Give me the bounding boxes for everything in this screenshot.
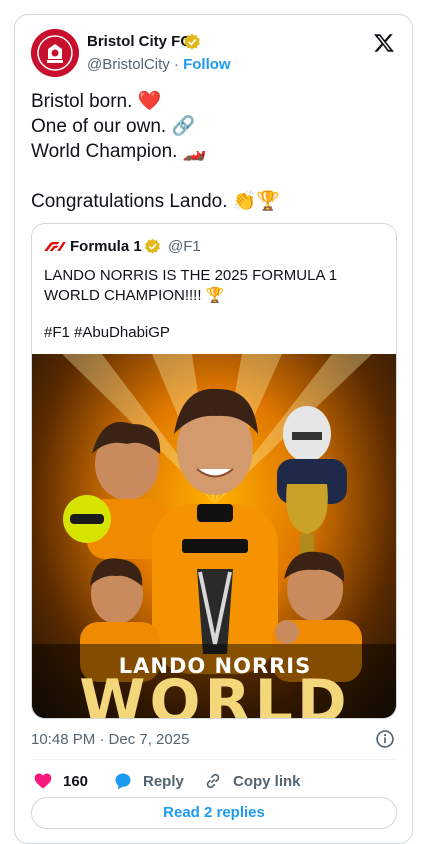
reply-button[interactable]: Reply bbox=[113, 769, 184, 793]
author-handle[interactable]: @BristolCity bbox=[87, 56, 170, 73]
quoted-author-handle[interactable]: @F1 bbox=[168, 238, 201, 255]
quoted-post-text: LANDO NORRIS IS THE 2025 FORMULA 1 WORLD… bbox=[44, 267, 338, 304]
heart-icon bbox=[34, 773, 52, 789]
like-button[interactable]: 160 bbox=[33, 769, 88, 793]
verified-gold-badge-icon bbox=[184, 33, 200, 50]
champion-image[interactable]: LANDO NORRIS WORLD bbox=[32, 354, 396, 719]
post-line: World Champion. 🏎️ bbox=[31, 141, 207, 162]
separator-dot: · bbox=[173, 56, 179, 73]
speech-bubble-icon bbox=[115, 773, 131, 790]
author-handle-row: @BristolCity · Follow bbox=[87, 56, 231, 73]
read-replies-button[interactable]: Read 2 replies bbox=[31, 797, 397, 829]
post-card: Bristol City FC @BristolCity · Follow Br… bbox=[14, 14, 413, 844]
divider bbox=[31, 759, 397, 760]
follow-button[interactable]: Follow bbox=[183, 56, 231, 73]
post-body: Bristol born. ❤️ One of our own. 🔗 World… bbox=[31, 89, 401, 214]
post-line: Congratulations Lando. 👏🏆 bbox=[31, 191, 281, 212]
x-logo-icon[interactable] bbox=[373, 32, 395, 54]
post-line: One of our own. 🔗 bbox=[31, 116, 196, 137]
link-icon bbox=[206, 773, 220, 789]
bristol-city-crest bbox=[31, 29, 79, 77]
author-name[interactable]: Bristol City FC bbox=[87, 33, 191, 50]
f1-logo-icon bbox=[44, 242, 66, 251]
quoted-author-name[interactable]: Formula 1 bbox=[70, 238, 142, 255]
info-icon[interactable] bbox=[375, 729, 395, 749]
copy-link-button[interactable]: Copy link bbox=[203, 769, 301, 793]
post-timestamp[interactable]: 10:48 PM · Dec 7, 2025 bbox=[31, 731, 189, 748]
post-line: Bristol born. ❤️ bbox=[31, 91, 162, 112]
copy-link-label: Copy link bbox=[233, 772, 301, 790]
quoted-post[interactable]: Formula 1 @F1 LANDO NORRIS IS THE 2025 F… bbox=[31, 223, 397, 719]
like-count: 160 bbox=[63, 772, 89, 790]
verified-gold-badge-icon bbox=[145, 238, 160, 254]
image-banner-title: WORLD bbox=[79, 667, 351, 719]
reply-label: Reply bbox=[143, 772, 184, 790]
post-spacer bbox=[31, 164, 401, 189]
quoted-hashtags[interactable]: #F1 #AbuDhabiGP bbox=[44, 324, 170, 341]
avatar[interactable] bbox=[31, 29, 79, 77]
